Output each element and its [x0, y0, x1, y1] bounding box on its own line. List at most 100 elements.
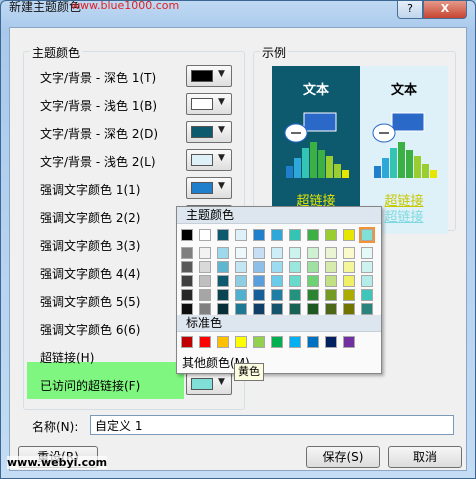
theme-color-row-label: 超链接(H) — [40, 351, 95, 365]
theme-shade-swatch[interactable] — [271, 275, 283, 287]
sample-group: 示例 文本 超链接 文本 超链接 超链接 — [253, 44, 456, 234]
theme-shade-swatch[interactable] — [307, 303, 319, 315]
theme-shade-swatch[interactable] — [289, 261, 301, 273]
theme-color-swatch[interactable] — [325, 229, 337, 241]
theme-shade-swatch[interactable] — [235, 247, 247, 259]
theme-shade-swatch[interactable] — [199, 289, 211, 301]
theme-shade-swatch[interactable] — [325, 261, 337, 273]
theme-shade-swatch[interactable] — [199, 261, 211, 273]
preview-dark-text: 文本 — [302, 83, 329, 98]
theme-shade-swatch[interactable] — [271, 289, 283, 301]
preview-light-text: 文本 — [390, 83, 417, 98]
color-swatch — [191, 70, 213, 82]
color-picker-button[interactable]: ▼ — [186, 177, 232, 199]
theme-color-row-label: 文字/背景 - 浅色 1(B) — [40, 99, 158, 113]
theme-shade-swatch[interactable] — [289, 247, 301, 259]
theme-shade-swatch[interactable] — [235, 261, 247, 273]
theme-shade-swatch[interactable] — [361, 261, 373, 273]
theme-color-swatch[interactable] — [181, 229, 193, 241]
theme-color-swatch[interactable] — [199, 229, 211, 241]
theme-shade-swatch[interactable] — [325, 247, 337, 259]
theme-shade-swatch[interactable] — [217, 261, 229, 273]
theme-shade-swatch[interactable] — [343, 289, 355, 301]
standard-color-swatch[interactable] — [307, 336, 319, 348]
standard-color-swatch[interactable] — [325, 336, 337, 348]
theme-color-swatch[interactable] — [235, 229, 247, 241]
theme-shade-swatch[interactable] — [343, 261, 355, 273]
theme-shade-swatch[interactable] — [235, 289, 247, 301]
theme-shade-swatch[interactable] — [253, 289, 265, 301]
color-swatch — [191, 182, 213, 194]
theme-shade-swatch[interactable] — [361, 247, 373, 259]
theme-shade-swatch[interactable] — [181, 303, 193, 315]
help-button[interactable]: ? — [397, 1, 423, 19]
theme-shade-swatch[interactable] — [307, 275, 319, 287]
preview-light-shape-icon — [372, 112, 425, 143]
theme-shade-swatch[interactable] — [289, 275, 301, 287]
color-picker-button[interactable]: ▼ — [186, 149, 232, 171]
standard-color-swatch[interactable] — [235, 336, 247, 348]
theme-color-swatch[interactable] — [307, 229, 319, 241]
theme-shade-swatch[interactable] — [271, 247, 283, 259]
theme-shade-swatch[interactable] — [271, 303, 283, 315]
theme-shade-swatch[interactable] — [181, 261, 193, 273]
theme-shade-swatch[interactable] — [217, 289, 229, 301]
theme-shade-swatch[interactable] — [307, 289, 319, 301]
name-input[interactable] — [90, 415, 454, 435]
standard-color-swatch[interactable] — [253, 336, 265, 348]
theme-shade-swatch[interactable] — [361, 289, 373, 301]
save-button[interactable]: 保存(S) — [306, 446, 380, 468]
theme-color-swatch[interactable] — [343, 229, 355, 241]
theme-shade-swatch[interactable] — [253, 247, 265, 259]
theme-shade-swatch[interactable] — [199, 247, 211, 259]
theme-color-swatch[interactable] — [217, 229, 229, 241]
standard-color-swatch[interactable] — [217, 336, 229, 348]
theme-shade-swatch[interactable] — [199, 275, 211, 287]
theme-colors-group-title: 主题颜色 — [30, 44, 83, 61]
color-picker-button[interactable]: ▼ — [186, 373, 232, 395]
theme-color-swatch[interactable] — [359, 227, 375, 243]
theme-shade-swatch[interactable] — [289, 289, 301, 301]
theme-shade-swatch[interactable] — [181, 275, 193, 287]
color-picker-button[interactable]: ▼ — [186, 121, 232, 143]
title-bar[interactable]: 新建主题颜色 www.blue1000.com ? X — [1, 0, 475, 25]
theme-shade-swatch[interactable] — [343, 275, 355, 287]
theme-shade-swatch[interactable] — [217, 275, 229, 287]
theme-shade-swatch[interactable] — [343, 247, 355, 259]
theme-shade-swatch[interactable] — [325, 275, 337, 287]
theme-color-row-label: 强调文字颜色 2(2) — [40, 211, 141, 225]
theme-shade-swatch[interactable] — [307, 247, 319, 259]
theme-shade-swatch[interactable] — [343, 303, 355, 315]
standard-color-swatch[interactable] — [343, 336, 355, 348]
standard-color-swatch[interactable] — [289, 336, 301, 348]
theme-shade-swatch[interactable] — [181, 289, 193, 301]
standard-color-swatch[interactable] — [271, 336, 283, 348]
color-picker-button[interactable]: ▼ — [186, 65, 232, 87]
close-button[interactable]: X — [423, 1, 467, 19]
theme-shade-swatch[interactable] — [361, 303, 373, 315]
theme-shade-swatch[interactable] — [199, 303, 211, 315]
standard-color-swatch[interactable] — [199, 336, 211, 348]
theme-shade-swatch[interactable] — [307, 261, 319, 273]
theme-shade-swatch[interactable] — [289, 303, 301, 315]
theme-shade-swatch[interactable] — [325, 289, 337, 301]
standard-color-swatch[interactable] — [181, 336, 193, 348]
theme-shade-swatch[interactable] — [271, 261, 283, 273]
cancel-button[interactable]: 取消 — [388, 446, 462, 468]
color-picker-button[interactable]: ▼ — [186, 93, 232, 115]
theme-shade-swatch[interactable] — [253, 261, 265, 273]
theme-color-swatch[interactable] — [289, 229, 301, 241]
standard-colors-header: 标准色 — [177, 315, 381, 332]
theme-shade-swatch[interactable] — [325, 303, 337, 315]
theme-shade-swatch[interactable] — [217, 303, 229, 315]
theme-color-swatch[interactable] — [271, 229, 283, 241]
chevron-down-icon: ▼ — [218, 153, 225, 163]
theme-shade-swatch[interactable] — [253, 303, 265, 315]
theme-shade-swatch[interactable] — [235, 275, 247, 287]
theme-shade-swatch[interactable] — [253, 275, 265, 287]
theme-shade-swatch[interactable] — [361, 275, 373, 287]
theme-shade-swatch[interactable] — [235, 303, 247, 315]
theme-shade-swatch[interactable] — [181, 247, 193, 259]
theme-color-swatch[interactable] — [253, 229, 265, 241]
theme-shade-swatch[interactable] — [217, 247, 229, 259]
